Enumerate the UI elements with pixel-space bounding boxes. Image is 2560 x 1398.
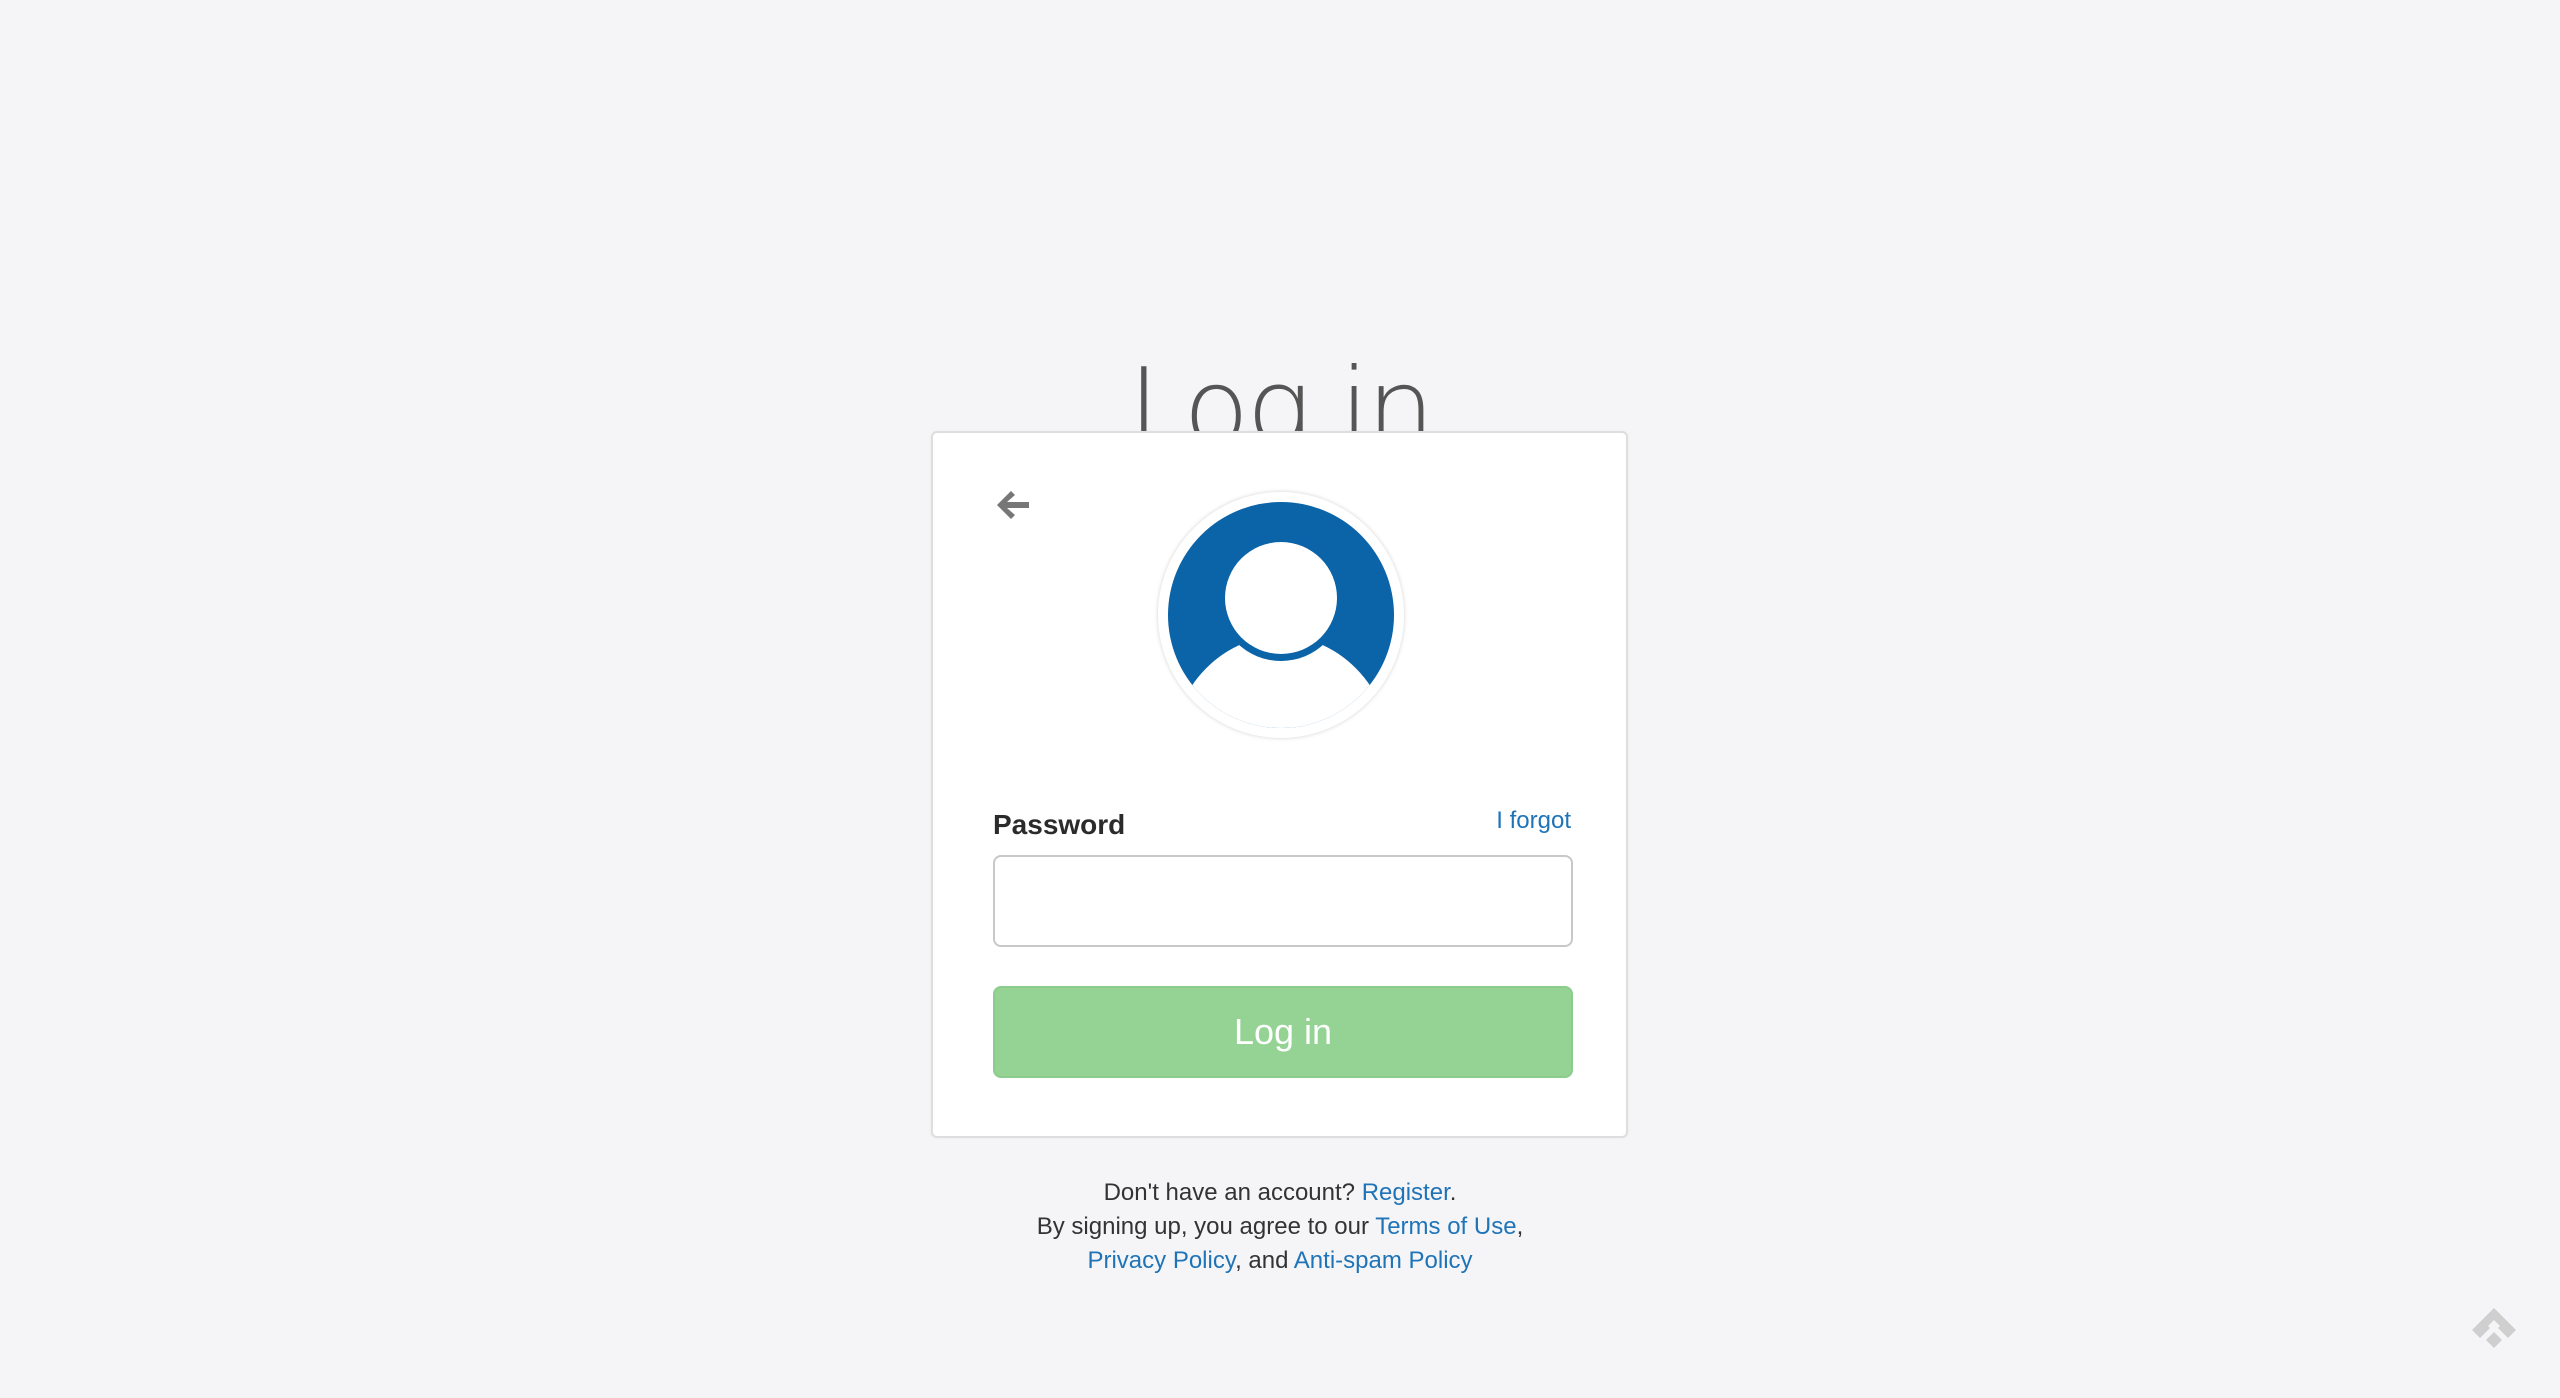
- antispam-policy-link[interactable]: Anti-spam Policy: [1294, 1247, 1473, 1274]
- password-label: Password: [993, 809, 1126, 840]
- no-account-text: Don't have an account?: [1103, 1179, 1356, 1206]
- password-input[interactable]: [993, 855, 1573, 947]
- register-link[interactable]: Register: [1362, 1179, 1450, 1206]
- feedly-logo-icon: [2472, 1308, 2516, 1352]
- terms-link[interactable]: Terms of Use: [1375, 1213, 1516, 1240]
- policies-line: Privacy Policy, and Anti-spam Policy: [0, 1244, 2560, 1278]
- user-avatar-icon: [1168, 502, 1394, 728]
- terms-comma: ,: [1516, 1213, 1524, 1240]
- corner-logo[interactable]: [2468, 1306, 2520, 1354]
- login-card: Password I forgot Log in: [931, 431, 1628, 1138]
- footer: Don't have an account? Register. By sign…: [0, 1176, 2560, 1278]
- agree-text: By signing up, you agree to our: [1036, 1213, 1369, 1240]
- and-text: , and: [1235, 1247, 1289, 1274]
- register-line: Don't have an account? Register.: [0, 1176, 2560, 1210]
- back-button[interactable]: [991, 483, 1035, 527]
- arrow-left-icon: [997, 491, 1029, 519]
- register-suffix: .: [1449, 1179, 1457, 1206]
- avatar: [1158, 492, 1404, 738]
- login-button[interactable]: Log in: [993, 986, 1573, 1078]
- privacy-policy-link[interactable]: Privacy Policy: [1087, 1247, 1235, 1274]
- forgot-password-link[interactable]: I forgot: [1496, 807, 1571, 835]
- agree-line: By signing up, you agree to our Terms of…: [0, 1210, 2560, 1244]
